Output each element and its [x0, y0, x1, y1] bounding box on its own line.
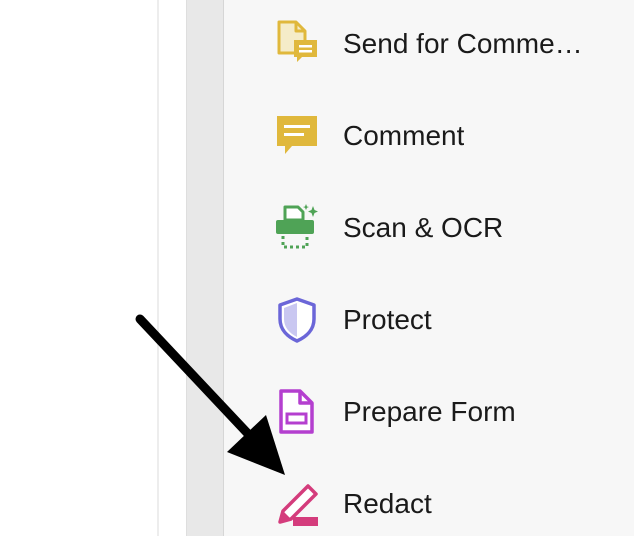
tool-label: Redact: [343, 488, 432, 519]
protect-shield-icon: [272, 295, 322, 345]
tool-protect[interactable]: Protect: [224, 284, 634, 356]
tool-scan-ocr[interactable]: Scan & OCR: [224, 192, 634, 264]
scrollbar-track[interactable]: [186, 0, 223, 536]
tool-comment[interactable]: Comment: [224, 100, 634, 172]
tool-send-for-comments[interactable]: Send for Comme…: [224, 8, 634, 80]
tool-label: Send for Comme…: [343, 28, 583, 59]
comment-icon: [272, 111, 322, 161]
tool-label: Scan & OCR: [343, 212, 504, 243]
tool-label: Prepare Form: [343, 396, 516, 427]
tool-redact[interactable]: Redact: [224, 468, 634, 536]
prepare-form-icon: [272, 387, 322, 437]
tools-panel: Send for Comme… Comment Scan & OCR Prote…: [223, 0, 634, 536]
redact-icon: [272, 479, 322, 529]
scan-ocr-icon: [272, 203, 322, 253]
tool-prepare-form[interactable]: Prepare Form: [224, 376, 634, 448]
send-for-comments-icon: [272, 19, 322, 69]
tool-label: Protect: [343, 304, 432, 335]
screenshot-page: Send for Comme… Comment Scan & OCR Prote…: [0, 0, 634, 536]
tool-label: Comment: [343, 120, 465, 151]
left-divider: [157, 0, 159, 536]
